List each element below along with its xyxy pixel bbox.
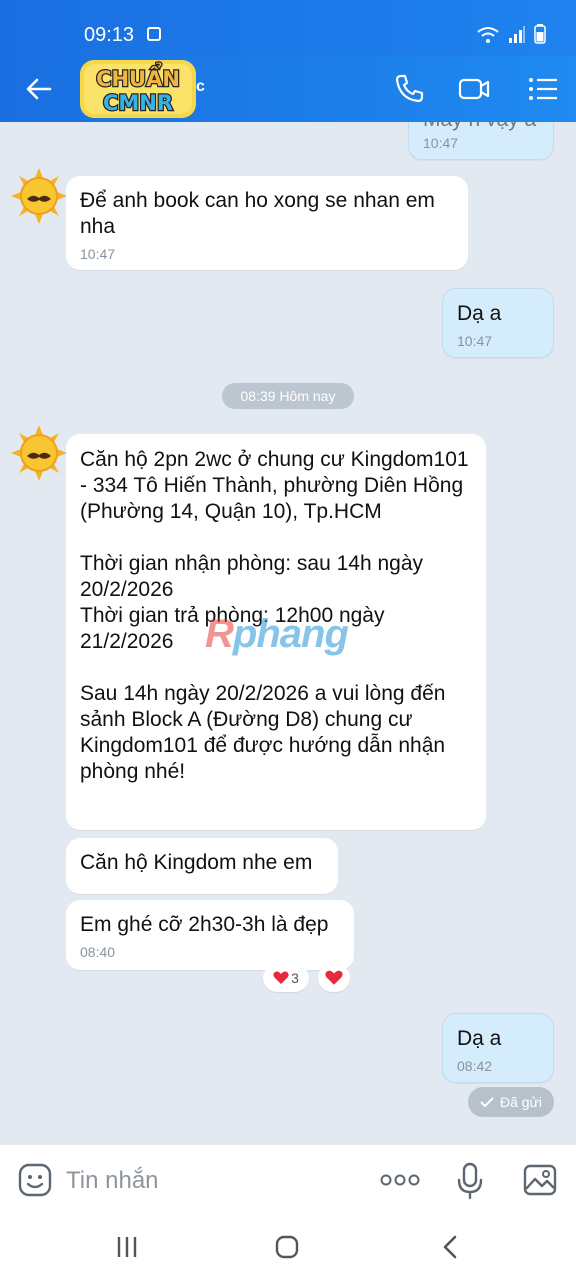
message-time: 08:40 xyxy=(80,944,116,960)
notification-icon xyxy=(147,27,161,41)
message-bubble-received[interactable]: Để anh book can ho xong se nhan em nha 1… xyxy=(66,176,468,270)
reaction-summary[interactable]: 3 xyxy=(263,964,309,992)
message-bubble-sent[interactable]: Dạ a 08:42 xyxy=(442,1013,554,1083)
microphone-icon[interactable] xyxy=(456,1162,484,1200)
wifi-icon xyxy=(477,27,499,43)
message-time: 10:47 xyxy=(457,333,493,349)
message-bubble-received[interactable]: Căn hộ 2pn 2wc ở chung cư Kingdom101 - 3… xyxy=(66,434,486,830)
svg-text:CHUẨN: CHUẨN xyxy=(96,63,180,91)
message-bubble-sent[interactable]: Dạ a 10:47 xyxy=(442,288,554,358)
home-icon[interactable] xyxy=(274,1234,300,1260)
logo-suffix: c xyxy=(196,78,205,95)
sender-avatar-sun-mustache[interactable] xyxy=(9,423,69,483)
heart-icon xyxy=(273,971,289,984)
message-text: Mấy h vậy a xyxy=(423,122,539,133)
phone-call-icon[interactable] xyxy=(392,72,426,106)
react-heart-button[interactable] xyxy=(318,964,350,992)
sticker-emoji-icon[interactable] xyxy=(17,1162,53,1198)
battery-icon xyxy=(534,24,546,44)
more-options-icon[interactable] xyxy=(380,1173,420,1187)
date-separator: 08:39 Hôm nay xyxy=(222,383,354,409)
svg-text:CMNR: CMNR xyxy=(103,91,173,115)
sender-avatar-sun-mustache[interactable] xyxy=(9,166,69,226)
sent-status-badge: Đã gửi xyxy=(468,1087,554,1117)
system-icons xyxy=(476,24,546,44)
signal-icon xyxy=(509,26,525,43)
message-bubble-received[interactable]: Căn hộ Kingdom nhe em xyxy=(66,838,338,894)
message-text: Để anh book can ho xong se nhan em nha xyxy=(80,189,441,238)
chat-header: CHUẨN CMNR c xyxy=(0,56,576,122)
message-text: Dạ a xyxy=(457,1027,502,1050)
check-icon xyxy=(480,1097,494,1108)
heart-icon xyxy=(325,970,343,985)
chat-message-list[interactable]: Mấy h vậy a 10:47 Để anh book can ho xon… xyxy=(0,122,576,1144)
sent-status-text: Đã gửi xyxy=(499,1094,543,1110)
status-time: 09:13 xyxy=(84,24,135,46)
message-time: 10:47 xyxy=(80,246,116,262)
message-time: 08:42 xyxy=(457,1058,493,1074)
message-input-bar: Tin nhắn xyxy=(0,1144,576,1217)
reaction-count: 3 xyxy=(291,970,299,986)
back-nav-icon[interactable] xyxy=(440,1235,460,1259)
image-gallery-icon[interactable] xyxy=(522,1163,558,1197)
system-navigation-bar xyxy=(0,1216,576,1280)
message-input[interactable]: Tin nhắn xyxy=(66,1167,159,1195)
back-arrow-icon[interactable] xyxy=(24,74,54,104)
message-text: Căn hộ Kingdom nhe em xyxy=(80,851,313,874)
message-text: Dạ a xyxy=(457,302,502,325)
message-bubble-sent[interactable]: Mấy h vậy a 10:47 xyxy=(408,122,554,160)
menu-list-icon[interactable] xyxy=(526,72,560,106)
message-text: Em ghé cỡ 2h30-3h là đẹp xyxy=(80,913,329,936)
recent-apps-icon[interactable] xyxy=(115,1235,139,1259)
chat-logo-avatar[interactable]: CHUẨN CMNR xyxy=(78,58,198,120)
video-call-icon[interactable] xyxy=(457,72,491,106)
status-bar: 09:13 xyxy=(0,0,576,56)
message-text: Căn hộ 2pn 2wc ở chung cư Kingdom101 - 3… xyxy=(80,448,469,783)
message-time: 10:47 xyxy=(423,135,459,151)
message-bubble-received[interactable]: Em ghé cỡ 2h30-3h là đẹp 08:40 xyxy=(66,900,354,970)
